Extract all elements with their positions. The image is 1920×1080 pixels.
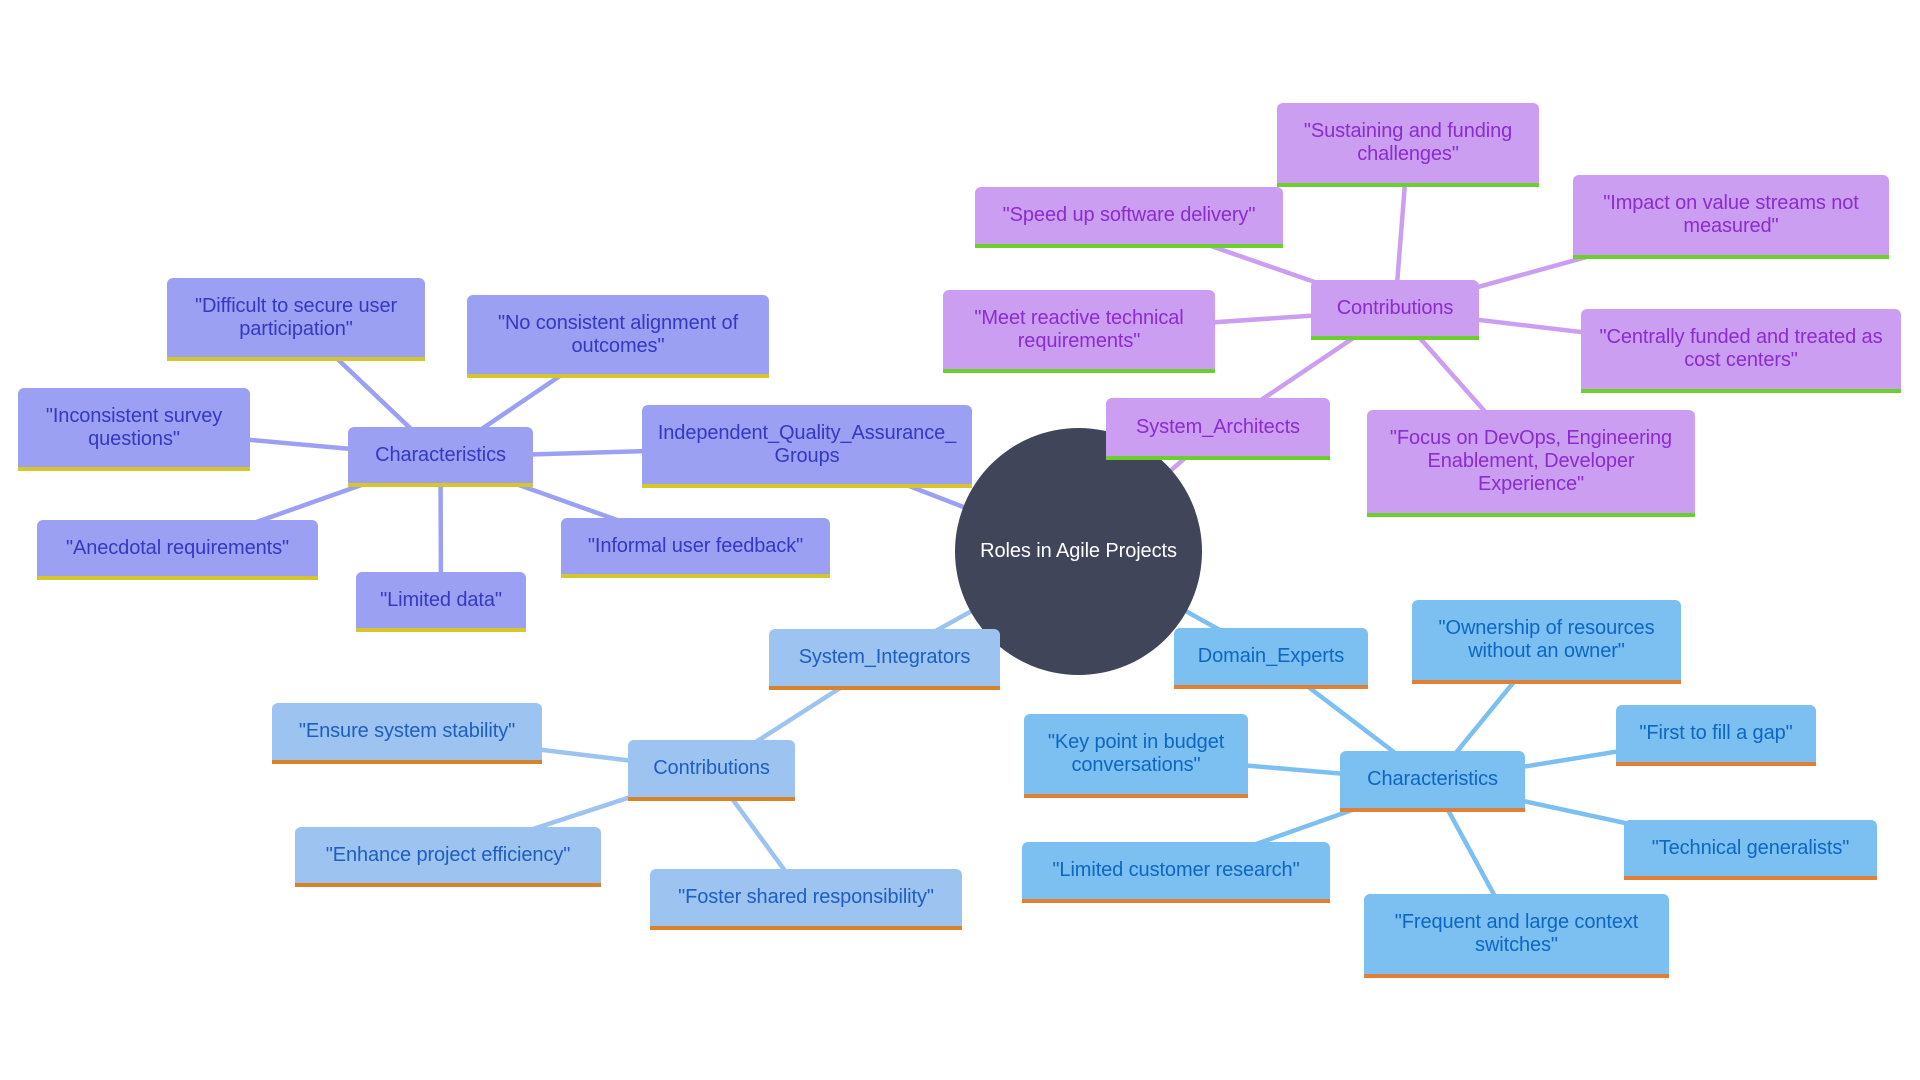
- node-label: "First to fill a gap": [1639, 722, 1793, 744]
- node-label: "Enhance project efficiency": [325, 843, 571, 866]
- node-de[interactable]: Domain_Experts: [1174, 628, 1368, 689]
- node-label: "Foster shared responsibility": [678, 886, 934, 908]
- node-root-label: Roles in Agile Projects: [980, 540, 1177, 562]
- node-label: Domain_Experts: [1197, 645, 1345, 667]
- node-iqa-characteristics[interactable]: Characteristics: [348, 427, 533, 487]
- node-label: Independent_Quality_Assurance_Groups: [657, 421, 957, 467]
- node-si-ensure[interactable]: "Ensure system stability": [272, 703, 542, 764]
- node-sa-centrally[interactable]: "Centrally funded and treated as cost ce…: [1581, 309, 1901, 393]
- node-de-frequent[interactable]: "Frequent and large context switches": [1364, 894, 1669, 978]
- node-iqa-inconsistent[interactable]: "Inconsistent survey questions": [18, 388, 250, 471]
- node-label: "Sustaining and funding challenges": [1303, 120, 1513, 165]
- node-label: "Informal user feedback": [587, 534, 804, 557]
- node-label: Contributions: [1336, 296, 1454, 319]
- node-de-characteristics[interactable]: Characteristics: [1340, 751, 1525, 812]
- node-label: "Centrally funded and treated as cost ce…: [1599, 326, 1883, 371]
- node-iqa-anecdotal[interactable]: "Anecdotal requirements": [37, 520, 318, 580]
- node-label: "Impact on value streams not measured": [1603, 192, 1859, 237]
- node-de-technical[interactable]: "Technical generalists": [1624, 820, 1877, 880]
- node-iqa-no-consistent[interactable]: "No consistent alignment of outcomes": [467, 295, 769, 378]
- node-label: "Anecdotal requirements": [65, 536, 290, 559]
- mindmap-canvas: Roles in Agile Projects Independent_Qual…: [0, 0, 1920, 1080]
- node-iqa[interactable]: Independent_Quality_Assurance_Groups: [642, 405, 972, 488]
- node-label: "Technical generalists": [1651, 836, 1850, 859]
- node-label: "Limited customer research": [1052, 859, 1300, 881]
- node-label: "Inconsistent survey questions": [45, 404, 223, 450]
- node-label: "Ensure system stability": [298, 720, 516, 742]
- node-si-contributions[interactable]: Contributions: [628, 740, 795, 801]
- node-iqa-difficult[interactable]: "Difficult to secure user participation": [167, 278, 425, 361]
- node-sa-meet[interactable]: "Meet reactive technical requirements": [943, 290, 1215, 373]
- node-label: System_Architects: [1136, 415, 1300, 438]
- node-de-limited-customer[interactable]: "Limited customer research": [1022, 842, 1330, 903]
- node-sa-focus[interactable]: "Focus on DevOps, Engineering Enablement…: [1367, 410, 1695, 517]
- node-si[interactable]: System_Integrators: [769, 629, 1000, 690]
- node-sa[interactable]: System_Architects: [1106, 398, 1330, 460]
- node-iqa-informal[interactable]: "Informal user feedback": [561, 518, 830, 578]
- node-label: "Difficult to secure user participation": [194, 294, 398, 340]
- node-label: Characteristics: [1367, 768, 1498, 790]
- node-label: "Limited data": [380, 588, 502, 611]
- node-sa-sustaining[interactable]: "Sustaining and funding challenges": [1277, 103, 1539, 187]
- node-label: Characteristics: [375, 443, 506, 466]
- node-label: "Frequent and large context switches": [1394, 911, 1639, 956]
- node-label: "No consistent alignment of outcomes": [497, 311, 739, 357]
- node-iqa-limited-data[interactable]: "Limited data": [356, 572, 526, 632]
- node-label: "Ownership of resources without an owner…: [1438, 617, 1655, 662]
- node-de-ownership[interactable]: "Ownership of resources without an owner…: [1412, 600, 1681, 684]
- node-label: "Meet reactive technical requirements": [974, 306, 1184, 352]
- node-si-enhance[interactable]: "Enhance project efficiency": [295, 827, 601, 887]
- node-label: "Speed up software delivery": [1002, 204, 1256, 226]
- node-label: "Focus on DevOps, Engineering Enablement…: [1389, 427, 1673, 495]
- node-si-foster[interactable]: "Foster shared responsibility": [650, 869, 962, 930]
- node-de-key[interactable]: "Key point in budget conversations": [1024, 714, 1248, 798]
- node-label: System_Integrators: [798, 646, 971, 668]
- node-label: Contributions: [653, 757, 770, 779]
- node-de-first[interactable]: "First to fill a gap": [1616, 705, 1816, 766]
- node-sa-contributions[interactable]: Contributions: [1311, 280, 1479, 340]
- node-label: "Key point in budget conversations": [1047, 731, 1225, 776]
- node-sa-impact[interactable]: "Impact on value streams not measured": [1573, 175, 1889, 259]
- node-sa-speed[interactable]: "Speed up software delivery": [975, 187, 1283, 248]
